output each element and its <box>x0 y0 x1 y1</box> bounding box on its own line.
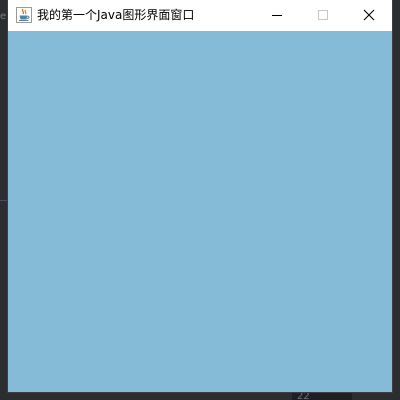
close-icon <box>363 6 375 25</box>
desktop-background: e 22 我的第一个Java图形界面窗口 <box>0 0 400 400</box>
background-line-number: 22 <box>297 392 310 400</box>
java-frame-window[interactable]: 我的第一个Java图形界面窗口 <box>8 0 392 392</box>
background-text-fragment: e <box>0 11 6 22</box>
content-pane[interactable] <box>8 31 392 392</box>
window-title: 我的第一个Java图形界面窗口 <box>37 8 195 22</box>
window-titlebar[interactable]: 我的第一个Java图形界面窗口 <box>8 0 392 31</box>
maximize-button[interactable] <box>300 0 346 31</box>
minimize-button[interactable] <box>254 0 300 31</box>
java-cup-icon[interactable] <box>16 7 32 23</box>
close-button[interactable] <box>346 0 392 31</box>
maximize-icon <box>317 6 329 25</box>
background-divider <box>0 200 8 201</box>
minimize-icon <box>271 6 283 25</box>
